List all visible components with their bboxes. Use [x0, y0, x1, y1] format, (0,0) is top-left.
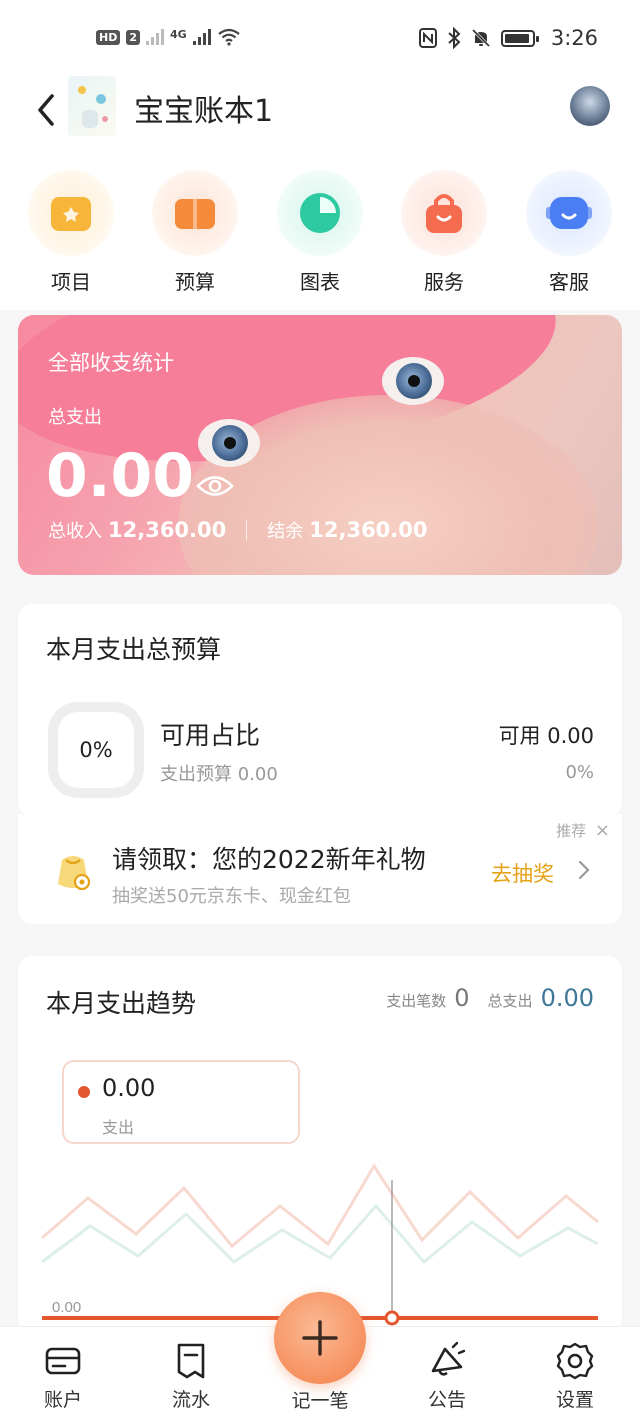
budget-title: 本月支出总预算	[46, 635, 222, 664]
nav-label: 流水	[171, 1389, 210, 1411]
status-left: HD 2 4G	[96, 28, 241, 46]
status-bar: HD 2 4G 3:26	[0, 0, 640, 80]
robot-icon	[526, 170, 612, 256]
ratio-label: 可用占比	[160, 721, 261, 750]
signal-icon-2	[192, 29, 211, 45]
receipt-icon	[177, 1343, 205, 1379]
quick-action-chart[interactable]: 图表	[270, 170, 370, 295]
signal-icon	[146, 29, 164, 45]
visibility-eye-icon[interactable]	[196, 473, 234, 499]
nav-item-accounts[interactable]: 账户	[18, 1341, 108, 1412]
income-amount: 12,360.00	[108, 518, 227, 542]
chevron-left-icon	[38, 94, 54, 126]
user-avatar[interactable]	[570, 86, 610, 126]
hd-badge: HD	[96, 29, 121, 45]
quick-action-label: 预算	[175, 270, 215, 294]
budget-progress-ring: 0%	[48, 702, 144, 798]
app-header: 宝宝账本1	[0, 70, 640, 150]
budget-card[interactable]: 本月支出总预算 0% 可用占比 支出预算 0.00 可用 0.00 0%	[18, 604, 622, 816]
quick-action-label: 服务	[424, 270, 464, 294]
expense-amount: 0.00	[46, 441, 195, 511]
balance-amount: 12,360.00	[309, 518, 428, 542]
network-type: 4G	[170, 28, 187, 41]
nav-label: 账户	[43, 1389, 82, 1411]
nav-item-transactions[interactable]: 流水	[146, 1341, 236, 1412]
book-cover-image[interactable]	[68, 76, 116, 136]
quick-actions: 项目 预算 图表 服务 客服	[0, 150, 640, 310]
banner-photo-eye	[382, 357, 444, 405]
status-time: 3:26	[550, 26, 598, 50]
nav-item-settings[interactable]: 设置	[530, 1341, 620, 1412]
bluetooth-icon	[448, 27, 461, 49]
promo-tag: 推荐 ×	[556, 820, 610, 841]
tooltip-value: 0.00	[102, 1074, 156, 1102]
promo-tag-label: 推荐	[556, 822, 587, 840]
promo-close-button[interactable]: ×	[595, 820, 610, 841]
quick-action-project[interactable]: 项目	[21, 170, 121, 295]
banner-photo-eye	[198, 419, 260, 467]
chart-tooltip: 0.00 支出	[62, 1060, 300, 1144]
quick-action-budget[interactable]: 预算	[145, 170, 245, 295]
tooltip-label: 支出	[102, 1118, 135, 1137]
plus-icon	[302, 1320, 338, 1356]
sim-slot-badge: 2	[126, 29, 140, 45]
promo-banner[interactable]: 推荐 × 请领取：您的2022新年礼物 抽奖送50元京东卡、现金红包 去抽奖	[18, 814, 622, 924]
lottery-button[interactable]: 去抽奖	[491, 858, 554, 888]
add-record-button[interactable]	[274, 1292, 366, 1384]
quick-action-label: 客服	[549, 270, 589, 294]
income-label: 总收入	[48, 521, 102, 542]
battery-icon	[500, 29, 539, 47]
summary-banner[interactable]: 全部收支统计 总支出 0.00 总收入 12,360.00 结余 12,360.…	[18, 315, 622, 575]
pie-chart-icon	[277, 170, 363, 256]
wifi-icon	[218, 28, 240, 46]
trend-title: 本月支出趋势	[46, 989, 197, 1018]
nav-item-announcements[interactable]: 公告	[402, 1341, 492, 1412]
add-record-label: 记一笔	[291, 1390, 349, 1412]
expense-count-label: 支出笔数	[386, 992, 447, 1010]
gear-icon	[556, 1342, 594, 1380]
promo-subtitle: 抽奖送50元京东卡、现金红包	[112, 886, 351, 907]
banner-stats: 总收入 12,360.00 结余 12,360.00	[48, 517, 428, 543]
quick-action-label: 图表	[300, 270, 340, 294]
chart-axis-label: 0.00	[52, 1299, 81, 1316]
budget-percent: 0%	[79, 738, 113, 762]
expense-label: 总支出	[48, 407, 102, 428]
back-button[interactable]	[32, 90, 62, 130]
budget-amount-line: 支出预算 0.00	[160, 764, 278, 785]
card-icon	[45, 1347, 81, 1375]
folder-icon	[28, 170, 114, 256]
available-amount: 可用 0.00	[498, 724, 594, 748]
shopping-bag-icon	[401, 170, 487, 256]
quick-action-label: 项目	[51, 270, 91, 294]
trend-card[interactable]: 本月支出趋势 支出笔数 0 总支出 0.00 0.00 支出 0.00	[18, 956, 622, 1336]
quick-action-service[interactable]: 服务	[394, 170, 494, 295]
total-expense-label: 总支出	[487, 992, 533, 1010]
nav-label: 设置	[555, 1389, 594, 1411]
total-expense-value: 0.00	[540, 984, 594, 1012]
expense-count-value: 0	[454, 984, 470, 1012]
chevron-right-icon[interactable]	[576, 858, 592, 882]
chart-background-lines	[41, 1163, 599, 1265]
banner-title: 全部收支统计	[48, 351, 174, 375]
gift-bag-icon	[58, 856, 91, 891]
promo-title: 请领取：您的2022新年礼物	[112, 845, 426, 874]
chart-selected-point[interactable]	[384, 1310, 400, 1326]
quick-action-support[interactable]: 客服	[519, 170, 619, 295]
megaphone-icon	[431, 1341, 466, 1376]
balance-label: 结余	[267, 521, 304, 542]
trend-meta: 支出笔数 0 总支出 0.00	[386, 984, 594, 1012]
mute-icon	[471, 28, 490, 48]
book-title[interactable]: 宝宝账本1	[134, 86, 273, 130]
series-dot	[78, 1086, 90, 1098]
available-percent: 0%	[565, 762, 594, 783]
nfc-icon	[418, 28, 437, 48]
wallet-icon	[152, 170, 238, 256]
nav-label: 公告	[427, 1389, 466, 1411]
status-right: 3:26	[418, 26, 598, 50]
stats-divider	[246, 520, 248, 540]
